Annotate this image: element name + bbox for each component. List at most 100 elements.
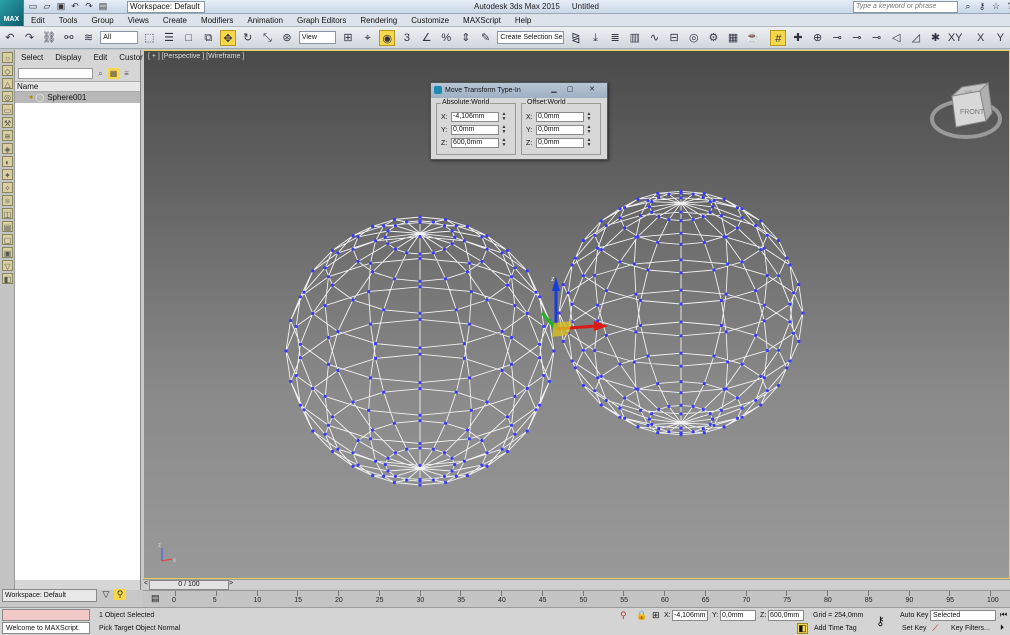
highlight-selected-icon[interactable]: ▦	[108, 68, 119, 79]
abs-y-spinner[interactable]: ▲ ▼	[501, 125, 507, 135]
spinner-snap-icon[interactable]: ⇕	[458, 30, 474, 46]
material-editor-icon[interactable]: ◎	[686, 30, 702, 46]
auto-key-button[interactable]: Auto Key	[900, 612, 928, 619]
time-slider-thumb[interactable]: 0 / 100	[149, 580, 229, 590]
bind-spacewarp-icon[interactable]: ≋	[81, 30, 97, 46]
add-time-tag[interactable]: Add Time Tag	[814, 625, 857, 632]
filter-icon[interactable]: ◈	[2, 143, 13, 154]
menu-edit[interactable]: Edit	[24, 14, 52, 27]
name-column-header[interactable]: Name	[15, 81, 140, 92]
workspace-selector[interactable]: Workspace: Default	[2, 589, 97, 602]
reference-coordinate-dropdown[interactable]: View	[298, 31, 337, 44]
layer-icon[interactable]: ◧	[2, 273, 13, 284]
angle-snap-icon[interactable]: ∠	[419, 30, 435, 46]
save-icon[interactable]: ▣	[55, 1, 67, 12]
menu-group[interactable]: Group	[84, 14, 120, 27]
project-folder-icon[interactable]: ▤	[97, 1, 109, 12]
keyboard-shortcut-override-icon[interactable]: ◉	[379, 29, 396, 46]
off-y-input[interactable]: 0,0mm	[536, 125, 584, 135]
dialog-title-bar[interactable]: Move Transform Type-In ▁ ▢ ✕	[431, 83, 607, 98]
find-icon[interactable]: ⌕	[95, 68, 106, 79]
bones-icon[interactable]: ◫	[2, 208, 13, 219]
spacewarps-icon[interactable]: ⚛	[2, 195, 13, 206]
close-button[interactable]: ✕	[585, 85, 599, 95]
light-bulb-icon[interactable]: ●	[29, 92, 33, 103]
modify-icon[interactable]: ◇	[2, 65, 13, 76]
prev-frame-button[interactable]: <	[144, 580, 148, 587]
binoculars-icon[interactable]: ⌕	[962, 1, 974, 12]
se-menu-display[interactable]: Display	[49, 50, 87, 66]
workspace-dropdown[interactable]: Workspace: Default	[127, 1, 205, 13]
grid-snap-icon[interactable]: #	[770, 29, 787, 46]
constraint-icon-8[interactable]: ✱	[928, 30, 944, 46]
place-icon[interactable]: ⊛	[279, 30, 295, 46]
menu-maxscript[interactable]: MAXScript	[456, 14, 508, 27]
new-file-icon[interactable]: ▭	[27, 1, 39, 12]
undo-icon[interactable]: ↶	[69, 1, 81, 12]
sphere-wireframe-2[interactable]	[557, 189, 805, 437]
motion-icon[interactable]: ◎	[2, 91, 13, 102]
abs-z-spinner[interactable]: ▲ ▼	[501, 138, 507, 148]
lock-toggle-icon[interactable]: ⚲	[114, 589, 126, 600]
off-y-spinner[interactable]: ▲ ▼	[586, 125, 592, 135]
axis-x-button[interactable]: X	[973, 30, 989, 46]
groups-icon[interactable]: ▣	[2, 247, 13, 258]
absolute-mode-icon[interactable]: ⊞	[652, 610, 660, 621]
open-file-icon[interactable]: ▱	[41, 1, 53, 12]
selection-lock-icon[interactable]: 🔒	[636, 610, 647, 621]
helpers-icon[interactable]: ✧	[2, 182, 13, 193]
constraint-icon-5[interactable]: ⊸	[869, 30, 885, 46]
curve-editor-icon[interactable]: ∿	[647, 30, 663, 46]
lights-icon[interactable]: ✦	[2, 169, 13, 180]
abs-z-input[interactable]: 600,0mm	[451, 138, 499, 148]
camera-icon[interactable]: ◐	[2, 156, 13, 167]
set-key-button[interactable]: Set Key	[902, 625, 927, 632]
utilities-icon[interactable]: ⚒	[2, 117, 13, 128]
menu-customize[interactable]: Customize	[404, 14, 456, 27]
coord-x-input[interactable]: -4,106mm	[672, 610, 708, 621]
search-input[interactable]: Type a keyword or phrase	[853, 1, 958, 13]
sphere-wireframe-1[interactable]	[284, 215, 556, 487]
menu-rendering[interactable]: Rendering	[353, 14, 404, 27]
list-item[interactable]: ● ◯ Sphere001	[15, 92, 140, 103]
selection-filter-dropdown[interactable]: All	[100, 31, 138, 44]
off-x-input[interactable]: 0,0mm	[536, 112, 584, 122]
funnel-filter-icon[interactable]: ▽	[2, 260, 13, 271]
select-object-icon[interactable]: ⬚	[142, 30, 158, 46]
abs-y-input[interactable]: 0,0mm	[451, 125, 499, 135]
named-selection-dropdown[interactable]: Create Selection Se	[497, 31, 564, 44]
menu-create[interactable]: Create	[156, 14, 194, 27]
constraint-icon-7[interactable]: ◿	[908, 30, 924, 46]
rendered-frame-icon[interactable]: ▦	[725, 30, 741, 46]
schematic-view-icon[interactable]: ⊟	[666, 30, 682, 46]
track-bar[interactable]: ▤ 0 5 10 15 20 25 30 35 40 45 50 55 60 65 70 75 80 85 90 95…	[143, 590, 1010, 607]
constraint-icon-3[interactable]: ⊸	[829, 30, 845, 46]
se-menu-edit[interactable]: Edit	[87, 50, 113, 66]
abs-x-spinner[interactable]: ▲ ▼	[501, 112, 507, 122]
key-filters-button[interactable]: Key Filters...	[951, 625, 990, 632]
layers-icon[interactable]: ≋	[2, 130, 13, 141]
redo-icon[interactable]: ↷	[22, 30, 38, 46]
menu-views[interactable]: Views	[121, 14, 156, 27]
maxscript-listener[interactable]: Welcome to MAXScript.	[2, 622, 90, 634]
abs-x-input[interactable]: -4,106mm	[451, 112, 499, 122]
select-by-name-icon[interactable]: ☰	[161, 30, 177, 46]
key-mode-dropdown[interactable]: Selected	[930, 610, 996, 621]
create-icon[interactable]: ○	[2, 52, 13, 63]
play-icon[interactable]: ⏵	[1000, 623, 1004, 633]
pivot-center-icon[interactable]: ⊞	[340, 30, 356, 46]
open-mini-curve-editor-icon[interactable]: ▤	[151, 593, 160, 604]
particles-icon[interactable]: ▤	[2, 221, 13, 232]
render-production-icon[interactable]: ☕	[745, 30, 761, 46]
application-menu-button[interactable]: MAX	[0, 0, 24, 26]
constraint-icon-4[interactable]: ⊸	[849, 30, 865, 46]
se-menu-select[interactable]: Select	[15, 50, 49, 66]
redo-icon[interactable]: ↷	[83, 1, 95, 12]
rectangular-selection-icon[interactable]: □	[181, 30, 197, 46]
off-z-input[interactable]: 0,0mm	[536, 138, 584, 148]
undo-icon[interactable]: ↶	[2, 30, 18, 46]
constraint-icon-1[interactable]: ✚	[790, 30, 806, 46]
list-options-icon[interactable]: ≡	[121, 68, 132, 79]
isolate-selection-icon[interactable]: ⚲	[620, 610, 627, 621]
menu-graph-editors[interactable]: Graph Editors	[290, 14, 353, 27]
